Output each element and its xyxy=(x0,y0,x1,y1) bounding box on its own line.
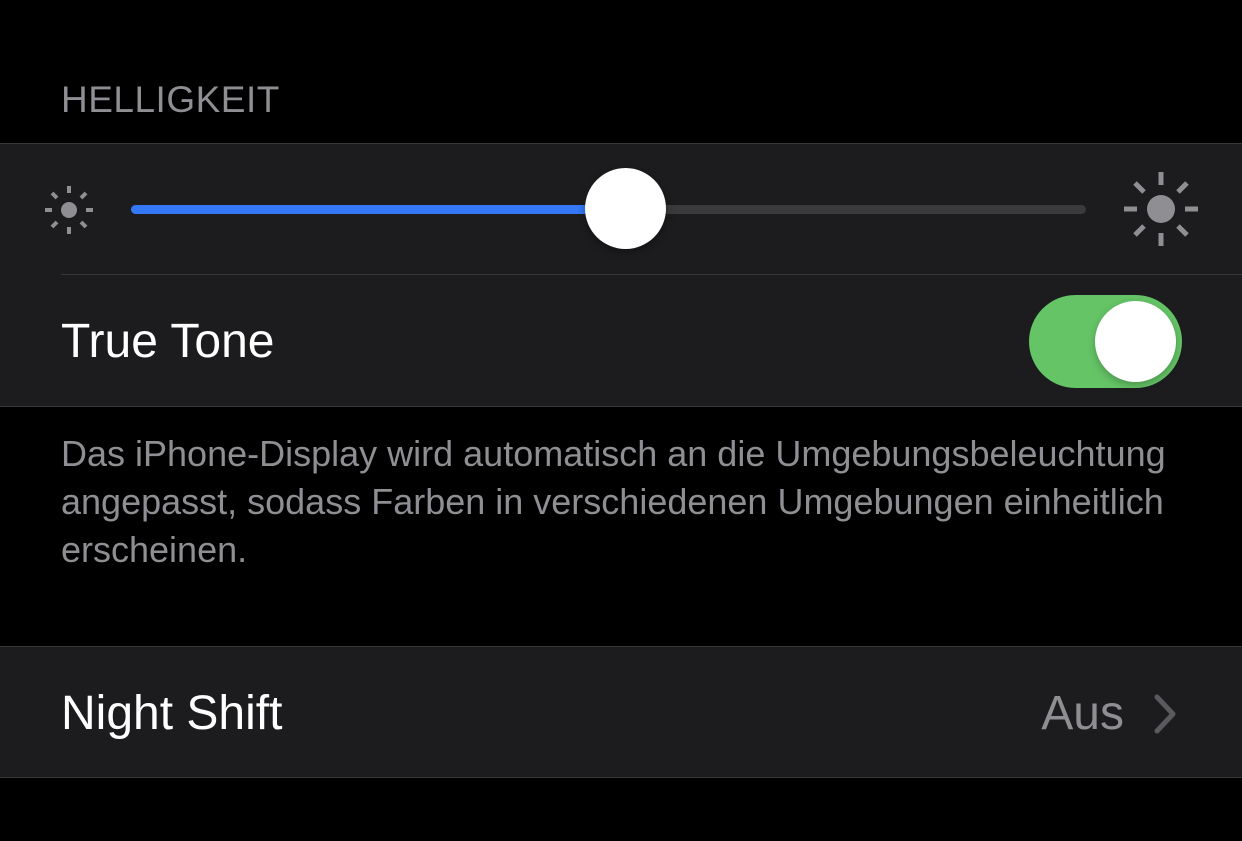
sun-min-icon xyxy=(42,183,96,242)
toggle-knob xyxy=(1095,301,1176,382)
true-tone-label: True Tone xyxy=(61,315,275,368)
sun-max-icon xyxy=(1122,170,1200,253)
night-shift-label: Night Shift xyxy=(61,687,283,740)
true-tone-footnote: Das iPhone-Display wird automatisch an d… xyxy=(61,433,1166,570)
true-tone-toggle[interactable] xyxy=(1029,295,1182,388)
section-header-brightness: HELLIGKEIT xyxy=(61,79,280,120)
row-separator xyxy=(61,274,1242,275)
chevron-right-icon xyxy=(1152,694,1178,739)
night-shift-value: Aus xyxy=(1041,687,1124,740)
brightness-slider-fill xyxy=(131,205,626,214)
brightness-slider-thumb[interactable] xyxy=(585,168,667,249)
